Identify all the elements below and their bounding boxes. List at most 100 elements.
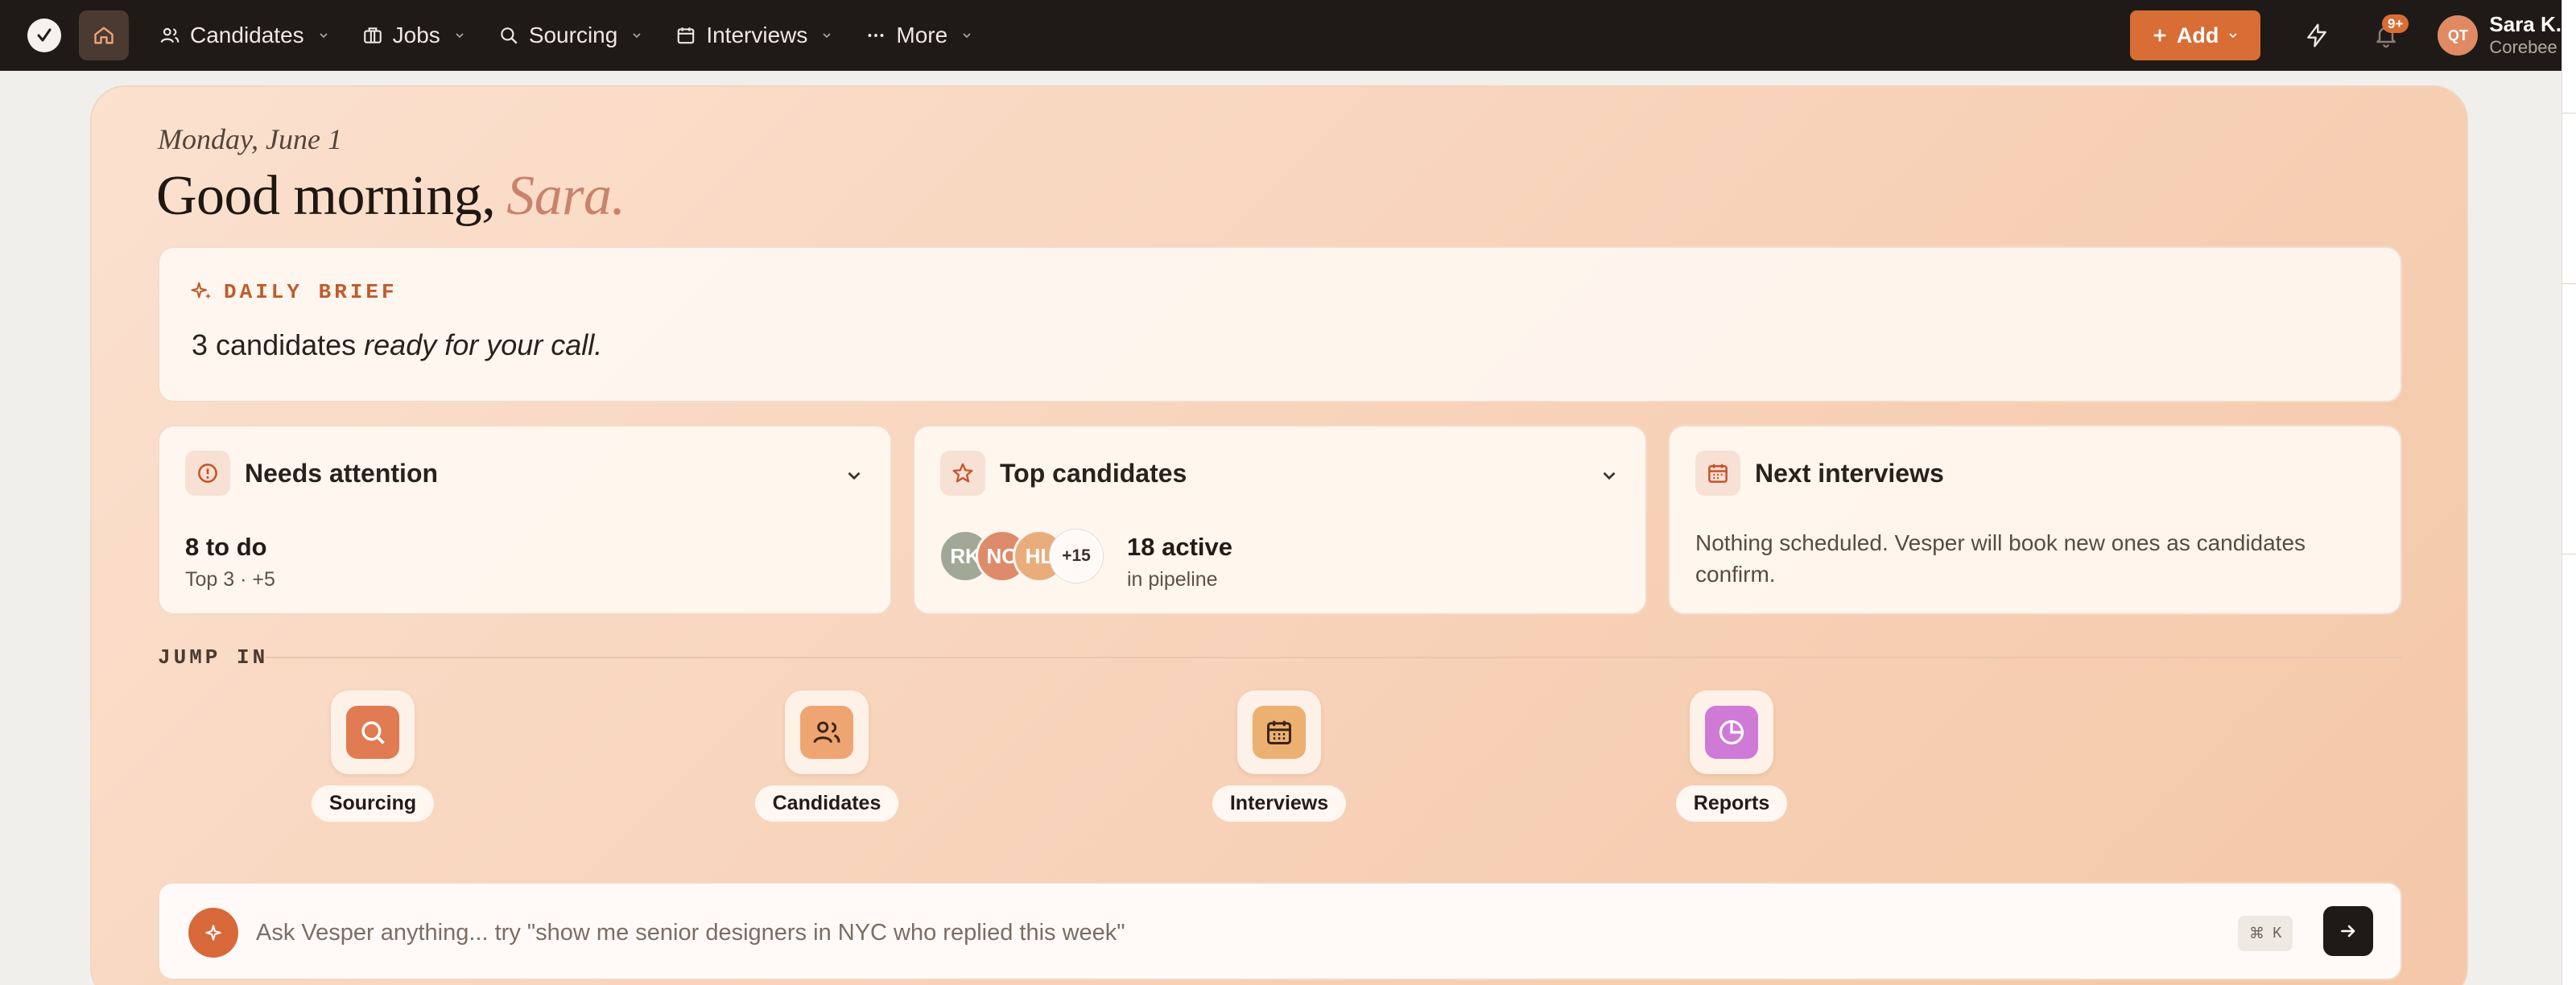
plus-icon <box>2153 29 2166 42</box>
interviews-empty-text: Nothing scheduled. Vesper will book new … <box>1695 530 2306 587</box>
ask-input[interactable] <box>256 913 2107 953</box>
card-header: Next interviews <box>1695 451 1944 496</box>
nav-interviews-label: Interviews <box>706 23 808 47</box>
star-icon <box>952 463 973 483</box>
jump-in-divider <box>266 657 2402 658</box>
app-logo[interactable] <box>27 19 61 52</box>
chevron-down-icon <box>2229 33 2237 39</box>
jump-tile-reports[interactable]: Reports <box>1631 690 1832 822</box>
nav-sourcing[interactable]: Sourcing <box>482 10 660 60</box>
home-icon <box>94 27 114 44</box>
greeting-name: Sara. <box>506 165 625 227</box>
shortcut-key: K <box>2273 925 2282 942</box>
tile-icon-wrap <box>1690 690 1773 774</box>
tile-icon-bg <box>1253 706 1306 759</box>
checkmark-logo-icon <box>37 28 52 42</box>
notification-badge: 9+ <box>2382 14 2409 33</box>
card-icon-wrap <box>1695 451 1740 496</box>
tile-icon-bg <box>1705 706 1758 759</box>
tile-icon-wrap <box>331 690 415 774</box>
greeting: Good morning, Sara. <box>156 164 625 229</box>
tile-icon-bg <box>800 706 853 759</box>
ask-vesper-bar: ⌘ K <box>158 882 2402 980</box>
arrow-right-icon <box>2341 925 2355 938</box>
nav-jobs[interactable]: Jobs <box>346 10 482 60</box>
nav-sourcing-label: Sourcing <box>528 23 618 47</box>
tile-icon-bg <box>346 706 399 759</box>
chevron-down-icon <box>456 33 464 39</box>
add-button-label: Add <box>2176 23 2219 47</box>
topbar-right: Add 9+ QT Sara K. Corebee <box>2129 0 2562 71</box>
top-nav: Candidates Jobs Sourcing Interviews More… <box>0 0 2562 71</box>
search-icon <box>361 721 385 744</box>
tile-label: Interviews <box>1212 785 1347 822</box>
users-icon <box>813 721 840 744</box>
greeting-prefix: Good morning, <box>156 165 496 227</box>
nav-more[interactable]: More <box>849 10 989 60</box>
next-interviews-card[interactable]: Next interviews Nothing scheduled. Vespe… <box>1668 425 2402 615</box>
ai-spark-button[interactable] <box>188 908 238 958</box>
home-button[interactable] <box>79 10 129 60</box>
sparkle-icon <box>205 925 221 941</box>
dashboard-hero: Monday, June 1 Good morning, Sara. DAILY … <box>90 85 2468 985</box>
nav-candidates-label: Candidates <box>190 23 304 47</box>
attention-count: 8 to do <box>185 533 267 561</box>
daily-brief-label: DAILY BRIEF <box>224 280 398 304</box>
add-button[interactable]: Add <box>2129 10 2261 60</box>
card-header: Needs attention <box>185 451 438 496</box>
tile-icon-wrap <box>785 690 869 774</box>
card-icon-wrap <box>185 451 230 496</box>
nav-interviews[interactable]: Interviews <box>659 10 849 60</box>
keyboard-shortcut-hint: ⌘ K <box>2238 916 2293 951</box>
chevron-down-icon <box>823 33 831 39</box>
pie-chart-icon <box>1719 719 1744 745</box>
alert-circle-icon <box>198 464 217 483</box>
daily-brief[interactable]: DAILY BRIEF 3 candidates ready for your … <box>158 246 2402 402</box>
daily-brief-text: 3 candidates ready for your call. <box>192 328 602 362</box>
jump-tile-sourcing[interactable]: Sourcing <box>272 690 473 822</box>
notifications-button[interactable]: 9+ <box>2362 11 2410 60</box>
needs-attention-card[interactable]: Needs attention 8 to do Top 3 · +5 <box>158 425 892 615</box>
jump-tile-candidates[interactable]: Candidates <box>726 690 927 822</box>
nav-more-label: More <box>896 23 948 47</box>
search-icon <box>501 27 518 44</box>
lightning-icon <box>2307 23 2327 47</box>
jump-in-label: JUMP IN <box>158 645 269 670</box>
daily-brief-header: DAILY BRIEF <box>190 280 398 304</box>
send-button[interactable] <box>2323 906 2373 956</box>
brief-italic: ready for your call. <box>364 328 603 361</box>
top-candidates-card[interactable]: Top candidates RK NO HL +15 18 active in… <box>913 425 1647 615</box>
quick-actions-button[interactable] <box>2293 11 2341 60</box>
briefcase-icon <box>363 27 382 43</box>
users-icon <box>160 27 180 43</box>
tile-label: Sourcing <box>311 785 435 822</box>
calendar-icon <box>1708 464 1728 483</box>
chevron-down-icon <box>963 33 971 39</box>
chevron-down-icon[interactable] <box>1599 465 1620 486</box>
pipeline-sub: in pipeline <box>1127 568 1218 591</box>
right-edge-panel <box>2562 0 2576 985</box>
card-header: Top candidates <box>940 451 1187 496</box>
chevron-down-icon[interactable] <box>844 465 865 486</box>
user-menu[interactable]: Sara K. Corebee <box>2489 12 2562 59</box>
ellipsis-icon <box>868 34 884 37</box>
calendar-icon <box>1267 720 1291 744</box>
card-title: Top candidates <box>1000 458 1187 488</box>
sparkles-icon <box>191 282 212 299</box>
candidate-avatars: RK NO HL +15 <box>939 530 1103 583</box>
card-icon-wrap <box>940 451 985 496</box>
chevron-down-icon <box>633 33 641 39</box>
more-candidates-badge[interactable]: +15 <box>1050 530 1103 583</box>
chevron-down-icon <box>320 33 328 39</box>
tile-label: Candidates <box>754 785 899 822</box>
shortcut-symbol: ⌘ <box>2249 925 2264 943</box>
jump-tile-interviews[interactable]: Interviews <box>1179 690 1380 822</box>
tile-label: Reports <box>1675 785 1788 822</box>
user-avatar[interactable]: QT <box>2438 15 2479 56</box>
user-org: Corebee <box>2489 37 2557 58</box>
card-title: Needs attention <box>245 458 439 488</box>
date-line: Monday, June 1 <box>158 123 342 155</box>
calendar-icon <box>678 27 695 44</box>
nav-candidates[interactable]: Candidates <box>143 10 346 60</box>
tile-icon-wrap <box>1237 690 1321 774</box>
